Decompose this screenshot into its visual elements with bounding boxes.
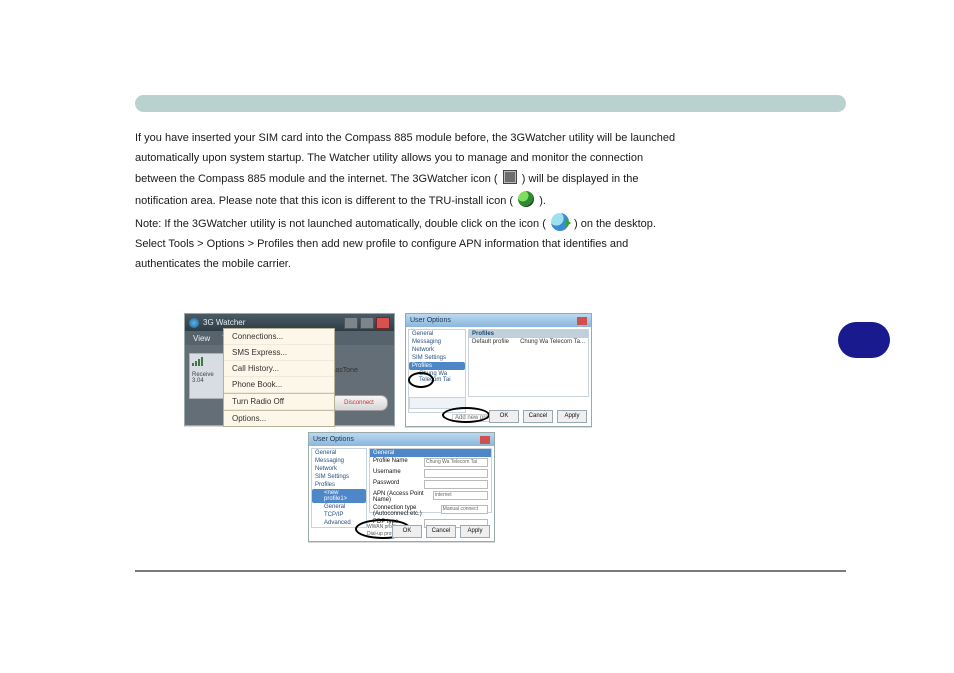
cancel-button[interactable]: Cancel (523, 410, 553, 423)
panel-header: Profiles (469, 330, 588, 338)
text-line: authenticates the mobile carrier. (135, 256, 846, 273)
close-icon[interactable] (577, 317, 587, 325)
dialog-buttons: OK Cancel Apply (489, 410, 587, 423)
field-label: Password (373, 480, 399, 489)
minimize-button[interactable] (344, 317, 358, 329)
close-button[interactable] (376, 317, 390, 329)
watcher-tray-icon (503, 170, 517, 184)
section-banner (135, 95, 846, 112)
tree-item-general[interactable]: General (312, 449, 366, 457)
form-row: Username (370, 468, 491, 479)
form-row: Profile Name Chung Wa Telecom Tai (370, 457, 491, 468)
tree-item-sub-advanced[interactable]: Advanced (312, 519, 366, 527)
menu-item-sms-express[interactable]: SMS Express... (224, 345, 334, 361)
tree-item-messaging[interactable]: Messaging (312, 457, 366, 465)
close-icon[interactable] (480, 436, 490, 444)
dialog-title: User Options (410, 317, 451, 324)
default-profile-row: Default profile Chung Wa Telecom Ta... (469, 338, 588, 346)
window-title: 3G Watcher (203, 318, 245, 327)
tree-item-profile-entry[interactable]: Chung Wa Telecom Tai (409, 370, 465, 384)
profile-name-field[interactable]: Chung Wa Telecom Tai (424, 458, 488, 467)
tree-item-profiles[interactable]: Profiles (312, 481, 366, 489)
apply-button[interactable]: Apply (460, 525, 490, 538)
dialog-title: User Options (313, 436, 354, 443)
text-span: notification area. Please note that this… (135, 195, 516, 207)
text-line: If you have inserted your SIM card into … (135, 130, 846, 147)
tree-item-sub-tcpip[interactable]: TCP/IP (312, 511, 366, 519)
row-label: Default profile (472, 339, 509, 345)
tru-install-icon (518, 191, 534, 207)
dialog-titlebar: User Options (309, 433, 494, 446)
field-label: Profile Name (373, 458, 408, 467)
tree-item-messaging[interactable]: Messaging (409, 338, 465, 346)
options-tree: General Messaging Network SIM Settings P… (311, 448, 367, 528)
text-span: ) will be displayed in the (522, 173, 639, 185)
form-row: Connection type (Autoconnect etc.) Manua… (370, 504, 491, 518)
screenshot-3g-watcher: 3G Watcher View Tools Help (184, 313, 395, 426)
signal-bar-icon (192, 363, 194, 366)
watcher-desktop-icon (551, 213, 569, 231)
general-panel: General Profile Name Chung Wa Telecom Ta… (369, 448, 492, 513)
ok-button[interactable]: OK (489, 410, 519, 423)
field-label: APN (Access Point Name) (373, 491, 433, 503)
maximize-button[interactable] (360, 317, 374, 329)
text-span: between the Compass 885 module and the i… (135, 173, 498, 185)
row-value: Chung Wa Telecom Ta... (520, 339, 585, 345)
text-line: automatically upon system startup. The W… (135, 150, 846, 167)
window-buttons (344, 317, 390, 329)
profile-toolbar (409, 397, 466, 409)
tree-item-new-profile[interactable]: <new profile1> (312, 489, 366, 503)
signal-bar-icon (201, 357, 203, 366)
text-line: Note: If the 3GWatcher utility is not la… (135, 213, 846, 233)
dialog-buttons: OK Cancel Apply (392, 525, 490, 538)
connection-type-field[interactable]: Manual connect (441, 505, 488, 514)
tree-item-network[interactable]: Network (312, 465, 366, 473)
cancel-button[interactable]: Cancel (426, 525, 456, 538)
text-span: Note: If the 3GWatcher utility is not la… (135, 218, 546, 230)
instruction-text: If you have inserted your SIM card into … (135, 130, 846, 276)
tree-item-sub-general[interactable]: General (312, 503, 366, 511)
username-field[interactable] (424, 469, 488, 478)
panel-header: General (370, 449, 491, 457)
signal-bar-icon (198, 359, 200, 366)
disconnect-button[interactable]: Disconnect (330, 395, 388, 411)
signal-panel: Receive 3.04 (189, 353, 227, 399)
tools-menu-dropdown: Connections... SMS Express... Call Histo… (223, 328, 335, 427)
tree-item-general[interactable]: General (409, 330, 465, 338)
field-label: Connection type (Autoconnect etc.) (373, 505, 441, 517)
menu-item-call-history[interactable]: Call History... (224, 361, 334, 377)
screenshot-user-options-profiles: User Options General Messaging Network S… (405, 313, 592, 427)
ok-button[interactable]: OK (392, 525, 422, 538)
tree-item-network[interactable]: Network (409, 346, 465, 354)
profiles-panel: Profiles Default profile Chung Wa Teleco… (468, 329, 589, 397)
side-pill-button[interactable] (838, 322, 890, 358)
text-line: Select Tools > Options > Profiles then a… (135, 236, 846, 253)
signal-value: 3.04 (192, 378, 204, 384)
horizontal-rule (135, 570, 846, 572)
password-field[interactable] (424, 480, 488, 489)
menu-item-connections[interactable]: Connections... (224, 329, 334, 345)
field-label: Username (373, 469, 401, 478)
apply-button[interactable]: Apply (557, 410, 587, 423)
form-row: APN (Access Point Name) internet (370, 490, 491, 504)
text-line: between the Compass 885 module and the i… (135, 170, 846, 188)
screenshot-user-options-general: User Options General Messaging Network S… (308, 432, 495, 542)
tree-item-profiles[interactable]: Profiles (409, 362, 465, 370)
menu-view[interactable]: View (193, 334, 210, 343)
menu-item-turn-radio-off[interactable]: Turn Radio Off (224, 393, 334, 410)
signal-bar-icon (195, 361, 197, 366)
tree-item-sim-settings[interactable]: SIM Settings (409, 354, 465, 362)
menu-item-options[interactable]: Options... (224, 410, 334, 426)
page: If you have inserted your SIM card into … (0, 0, 954, 673)
dialog-titlebar: User Options (406, 314, 591, 327)
text-line: notification area. Please note that this… (135, 191, 846, 210)
form-row: Password (370, 479, 491, 490)
apn-field[interactable]: internet (433, 491, 488, 500)
tree-item-sim-settings[interactable]: SIM Settings (312, 473, 366, 481)
text-span: ). (539, 195, 546, 207)
menu-item-phone-book[interactable]: Phone Book... (224, 377, 334, 393)
app-icon (189, 318, 199, 328)
text-span: ) on the desktop. (574, 218, 656, 230)
